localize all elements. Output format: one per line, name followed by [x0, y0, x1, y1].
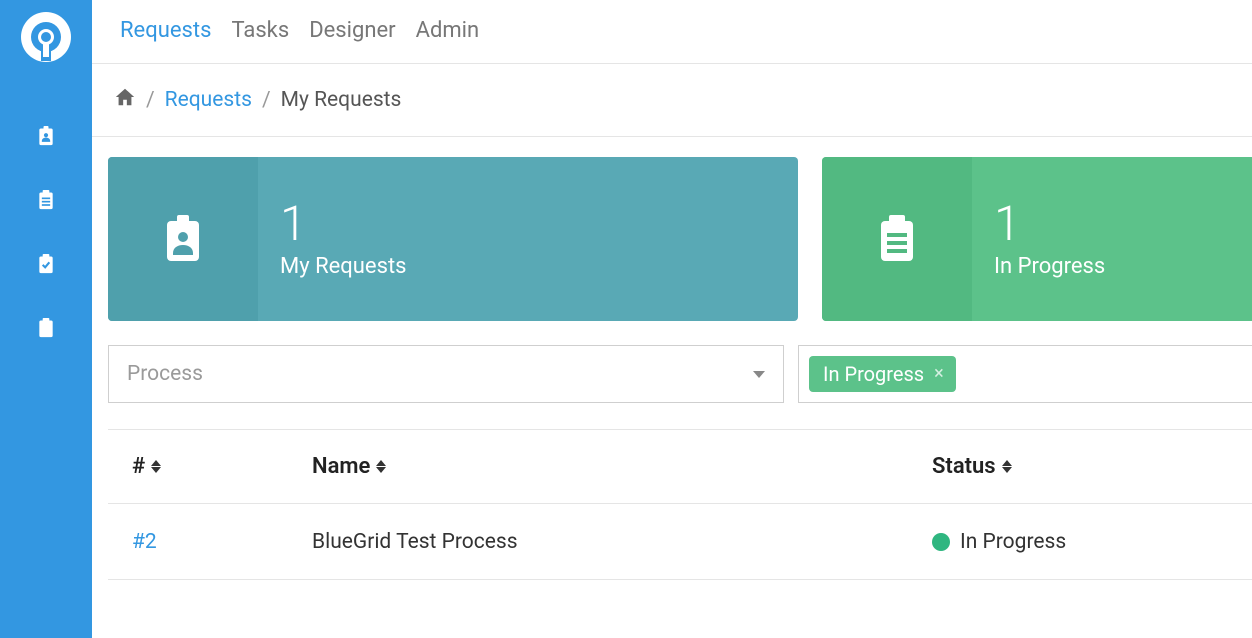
home-icon[interactable] [114, 86, 136, 114]
nav-tasks[interactable]: Tasks [223, 18, 297, 43]
column-status[interactable]: Status [908, 454, 1252, 479]
top-nav: Requests Tasks Designer Admin [92, 0, 1252, 64]
card-count: 1 [280, 200, 407, 248]
sidebar [0, 0, 92, 638]
sidebar-item-clipboard-list[interactable] [36, 188, 56, 212]
sidebar-item-clipboard[interactable] [36, 316, 56, 340]
card-count: 1 [994, 200, 1105, 248]
status-filter-input[interactable]: In Progress × [798, 345, 1252, 403]
clipboard-list-icon [822, 157, 972, 321]
breadcrumb: / Requests / My Requests [92, 64, 1252, 137]
badge-icon [108, 157, 258, 321]
sidebar-item-clipboard-check[interactable] [36, 252, 56, 276]
sort-icon [151, 460, 161, 473]
status-tag-label: In Progress [823, 362, 924, 386]
table-row: #2 BlueGrid Test Process In Progress [108, 504, 1252, 580]
summary-cards: 1 My Requests 1 In Progress [108, 157, 1252, 321]
breadcrumb-requests[interactable]: Requests [165, 88, 252, 112]
status-tag: In Progress × [809, 356, 956, 392]
sort-icon [376, 460, 386, 473]
breadcrumb-separator: / [262, 88, 271, 112]
nav-requests[interactable]: Requests [112, 18, 219, 43]
card-label: My Requests [280, 254, 407, 279]
column-label: Name [312, 454, 370, 479]
logo[interactable] [19, 10, 73, 64]
column-id[interactable]: # [108, 454, 288, 479]
content: 1 My Requests 1 In Progress Process [92, 137, 1252, 580]
process-placeholder: Process [127, 362, 203, 386]
card-my-requests[interactable]: 1 My Requests [108, 157, 798, 321]
card-label: In Progress [994, 254, 1105, 279]
table-header: # Name Status [108, 430, 1252, 504]
close-icon[interactable]: × [934, 365, 944, 383]
column-label: # [132, 454, 145, 479]
status-text: In Progress [960, 530, 1066, 554]
filters-row: Process In Progress × [108, 345, 1252, 403]
request-id-link[interactable]: #2 [108, 530, 288, 554]
request-name: BlueGrid Test Process [288, 530, 908, 554]
process-select[interactable]: Process [108, 345, 784, 403]
nav-admin[interactable]: Admin [408, 18, 488, 43]
status-dot-icon [932, 533, 950, 551]
column-label: Status [932, 454, 996, 479]
column-name[interactable]: Name [288, 454, 908, 479]
sort-icon [1002, 460, 1012, 473]
request-status: In Progress [908, 530, 1252, 554]
sidebar-item-badge[interactable] [36, 124, 56, 148]
chevron-down-icon [753, 371, 765, 378]
breadcrumb-current: My Requests [281, 88, 402, 112]
card-in-progress[interactable]: 1 In Progress [822, 157, 1252, 321]
requests-table: # Name Status #2 BlueGrid Test Process [108, 429, 1252, 580]
nav-designer[interactable]: Designer [301, 18, 403, 43]
breadcrumb-separator: / [146, 88, 155, 112]
main: Requests Tasks Designer Admin / Requests… [92, 0, 1252, 638]
